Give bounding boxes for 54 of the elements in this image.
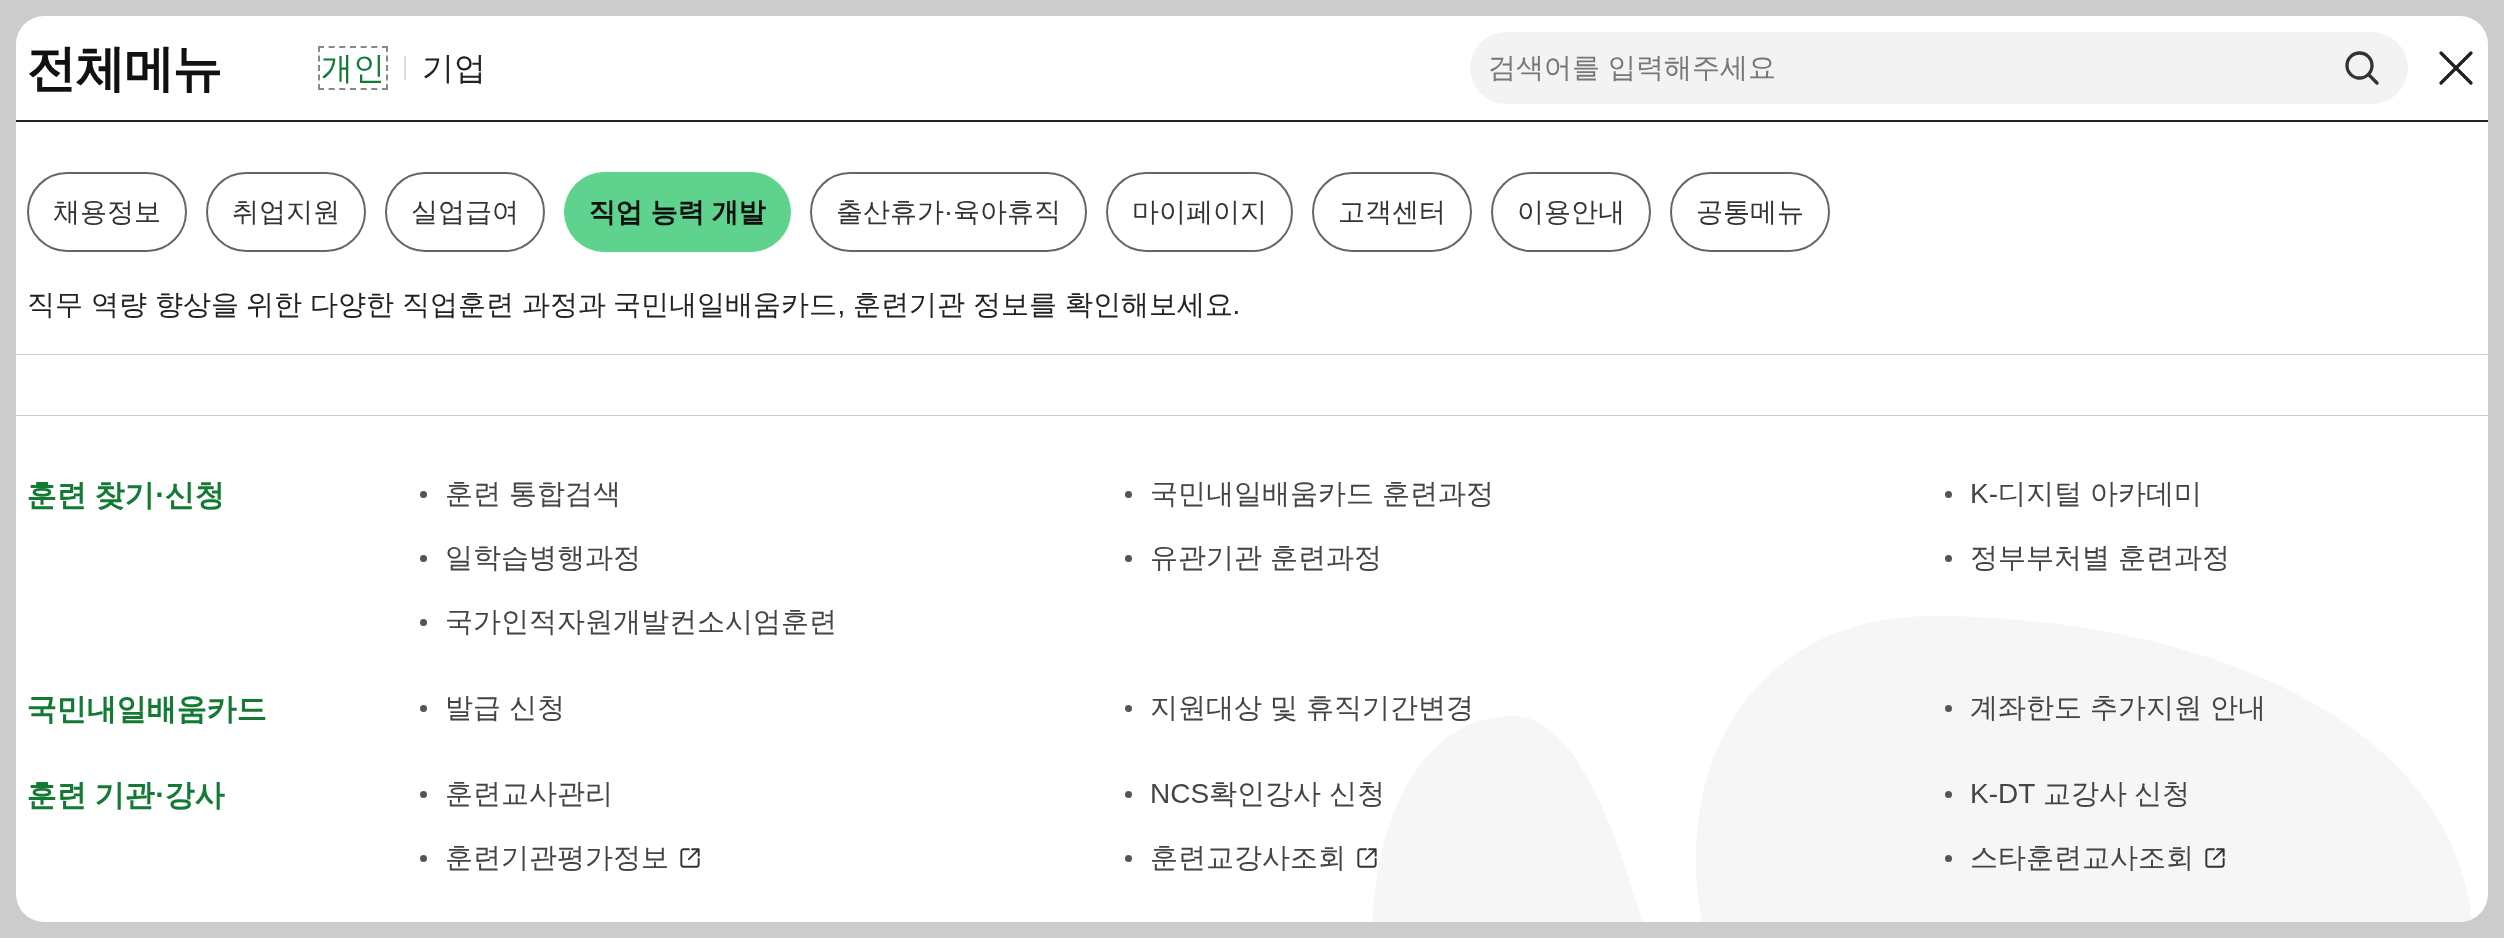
search-icon[interactable] bbox=[2342, 48, 2382, 88]
bullet-icon bbox=[1945, 854, 1952, 862]
category-pill[interactable]: 직업 능력 개발 bbox=[564, 172, 791, 252]
external-link-icon bbox=[677, 845, 703, 871]
bullet-icon bbox=[420, 554, 427, 562]
category-pill[interactable]: 고객센터 bbox=[1312, 172, 1472, 252]
section-heading: 국민내일배움카드 bbox=[27, 690, 268, 727]
audience-tab[interactable]: 기업 bbox=[422, 48, 486, 88]
bullet-icon bbox=[1125, 490, 1132, 498]
category-pill[interactable]: 채용정보 bbox=[27, 172, 187, 252]
bullet-icon bbox=[420, 704, 427, 712]
external-link-icon bbox=[1354, 845, 1380, 871]
category-pill[interactable]: 마이페이지 bbox=[1106, 172, 1293, 252]
section-heading: 훈련 찾기·신청 bbox=[27, 476, 227, 513]
category-pill[interactable]: 실업급여 bbox=[385, 172, 545, 252]
menu-link[interactable]: 훈련 통합검색 bbox=[445, 473, 621, 515]
bullet-icon bbox=[1125, 854, 1132, 862]
menu-link[interactable]: 유관기관 훈련과정 bbox=[1150, 537, 1382, 579]
bullet-icon bbox=[1125, 790, 1132, 798]
bullet-icon bbox=[1945, 554, 1952, 562]
bullet-icon bbox=[1945, 790, 1952, 798]
bullet-icon bbox=[420, 790, 427, 798]
external-link-icon bbox=[2202, 845, 2228, 871]
menu-link[interactable]: 지원대상 및 휴직기간변경 bbox=[1150, 687, 1474, 729]
menu-link[interactable]: 발급 신청 bbox=[445, 687, 565, 729]
section-heading: 훈련 기관·강사 bbox=[27, 776, 227, 813]
menu-link[interactable]: 훈련교강사조회 bbox=[1150, 837, 1380, 879]
bullet-icon bbox=[420, 490, 427, 498]
menu-link[interactable]: K-DT 교강사 신청 bbox=[1970, 773, 2191, 815]
menu-link[interactable]: 국가인적자원개발컨소시엄훈련 bbox=[445, 601, 837, 643]
audience-tab[interactable]: 개인 bbox=[318, 46, 388, 90]
menu-link[interactable]: NCS확인강사 신청 bbox=[1150, 773, 1385, 815]
bullet-icon bbox=[420, 618, 427, 626]
menu-link[interactable]: 국민내일배움카드 훈련과정 bbox=[1150, 473, 1494, 515]
close-icon[interactable] bbox=[2436, 48, 2476, 88]
menu-link[interactable]: 훈련기관평가정보 bbox=[445, 837, 703, 879]
menu-link[interactable]: 계좌한도 추가지원 안내 bbox=[1970, 687, 2266, 729]
search-field[interactable]: 검색어를 입력해주세요 bbox=[1470, 32, 2408, 104]
category-pill[interactable]: 공통메뉴 bbox=[1670, 172, 1830, 252]
menu-link[interactable]: K-디지털 아카데미 bbox=[1970, 473, 2202, 515]
bullet-icon bbox=[1945, 490, 1952, 498]
category-pill[interactable]: 취업지원 bbox=[206, 172, 366, 252]
menu-link[interactable]: 정부부처별 훈련과정 bbox=[1970, 537, 2230, 579]
bullet-icon bbox=[1945, 704, 1952, 712]
menu-link[interactable]: 일학습병행과정 bbox=[445, 537, 641, 579]
section-description: 직무 역량 향상을 위한 다양한 직업훈련 과정과 국민내일배움카드, 훈련기관 정보를 확인해보세요. bbox=[26, 288, 1242, 322]
menu-link[interactable]: 훈련교사관리 bbox=[445, 773, 613, 815]
bullet-icon bbox=[1125, 704, 1132, 712]
page-title: 전체메뉴 bbox=[27, 38, 222, 98]
bullet-icon bbox=[1125, 554, 1132, 562]
category-pill[interactable]: 이용안내 bbox=[1491, 172, 1651, 252]
menu-link[interactable]: 스타훈련교사조회 bbox=[1970, 837, 2228, 879]
category-pill[interactable]: 출산휴가·육아휴직 bbox=[810, 172, 1087, 252]
bullet-icon bbox=[420, 854, 427, 862]
